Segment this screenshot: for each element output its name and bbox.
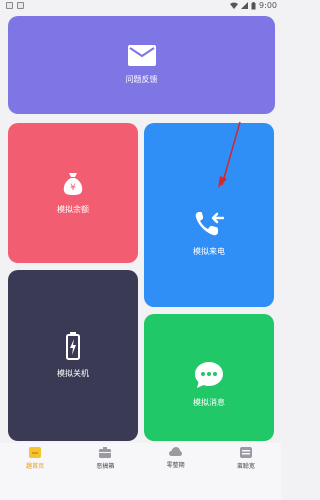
money-bag-icon: ¥ xyxy=(63,172,83,195)
message-label: 模拟消息 xyxy=(193,398,225,407)
incoming-call-icon xyxy=(195,211,224,235)
nav-item-home[interactable]: 趣首页 xyxy=(10,447,60,470)
status-time: 9:00 xyxy=(259,1,277,10)
balance-label: 模拟余额 xyxy=(57,204,89,214)
signal-icon xyxy=(241,2,249,9)
nav-label-profile: 蛮聪宽 xyxy=(236,463,255,470)
profile-icon xyxy=(239,447,252,458)
feedback-label: 问题反馈 xyxy=(125,75,158,84)
toolbox-icon xyxy=(99,447,112,458)
nav-item-cloud[interactable]: 零整期 xyxy=(151,447,201,469)
chat-bubble-icon xyxy=(195,362,223,388)
status-right: 9:00 xyxy=(230,1,277,10)
bottom-nav: 趣首页 恶搞箱 零整期 蛮聪宽 xyxy=(0,443,281,500)
notification-icon xyxy=(17,2,24,9)
call-card[interactable]: 模拟来电 xyxy=(144,123,274,307)
battery-icon xyxy=(251,1,256,9)
svg-text:¥: ¥ xyxy=(70,183,76,193)
cloud-icon xyxy=(169,447,183,456)
nav-item-profile[interactable]: 蛮聪宽 xyxy=(221,447,271,470)
notification-icon xyxy=(6,2,13,9)
message-card[interactable]: 模拟消息 xyxy=(144,314,274,441)
wifi-icon xyxy=(230,2,239,9)
feedback-card[interactable]: 问题反馈 xyxy=(8,16,275,114)
mail-icon xyxy=(127,45,156,66)
shutdown-card[interactable]: 模拟关机 xyxy=(8,270,138,441)
status-bar: 9:00 xyxy=(0,0,281,12)
balance-card[interactable]: ¥ 模拟余额 xyxy=(8,123,138,263)
shutdown-label: 模拟关机 xyxy=(57,369,89,378)
home-icon xyxy=(29,447,42,458)
notification-icons xyxy=(6,2,24,9)
nav-label-cloud: 零整期 xyxy=(166,462,185,469)
nav-item-toolbox[interactable]: 恶搞箱 xyxy=(80,447,130,470)
call-label: 模拟来电 xyxy=(193,246,225,256)
nav-label-toolbox: 恶搞箱 xyxy=(96,463,115,470)
battery-charging-icon xyxy=(66,332,80,360)
nav-label-home: 趣首页 xyxy=(26,463,45,470)
